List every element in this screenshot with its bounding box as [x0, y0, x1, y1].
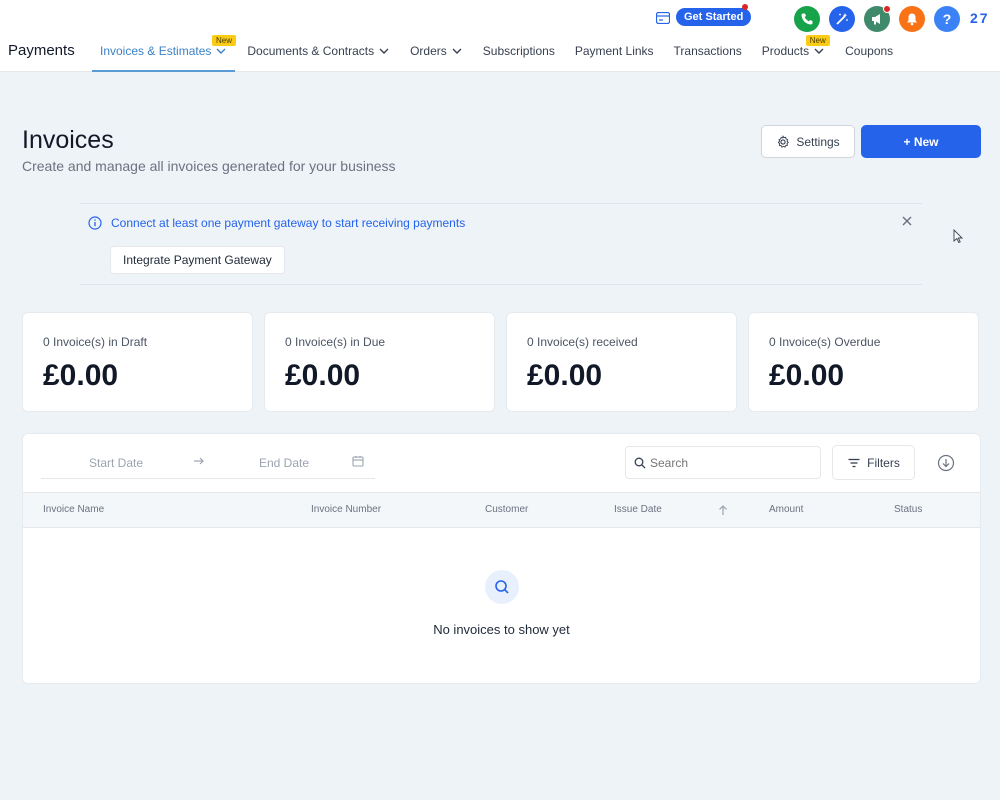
tab-products[interactable]: Products New [754, 34, 833, 72]
phone-icon [801, 13, 813, 25]
invoices-table-panel: Start Date End Date Filters Invoice Name… [22, 433, 981, 684]
tab-transactions[interactable]: Transactions [666, 34, 750, 72]
stat-card-received: 0 Invoice(s) received £0.00 [506, 312, 737, 412]
notifications-button[interactable] [899, 6, 925, 32]
app-title: Payments [8, 42, 75, 59]
search-box [625, 446, 821, 479]
settings-label: Settings [796, 134, 840, 149]
stat-label: 0 Invoice(s) Overdue [769, 335, 881, 349]
column-header-invoice-name[interactable]: Invoice Name [43, 504, 104, 515]
chevron-down-icon [813, 45, 825, 57]
notification-dot [883, 5, 891, 13]
filters-button[interactable]: Filters [832, 445, 915, 480]
column-header-amount[interactable]: Amount [769, 504, 803, 515]
magic-button[interactable] [829, 6, 855, 32]
stat-label: 0 Invoice(s) in Due [285, 335, 386, 349]
gear-icon [778, 134, 790, 148]
notification-dot [742, 4, 748, 10]
announcements-button[interactable] [864, 5, 891, 32]
settings-button[interactable]: Settings [761, 125, 855, 158]
bell-icon [907, 13, 917, 26]
stat-value: £0.00 [769, 359, 845, 392]
empty-state-message: No invoices to show yet [433, 622, 570, 637]
tab-label: Transactions [673, 44, 742, 58]
tab-subscriptions[interactable]: Subscriptions [475, 34, 563, 72]
close-icon[interactable] [900, 214, 914, 228]
tab-label: Invoices & Estimates [100, 44, 212, 58]
table-toolbar: Start Date End Date Filters [23, 434, 980, 492]
chevron-down-icon [378, 45, 390, 57]
phone-button[interactable] [794, 6, 820, 32]
stat-label: 0 Invoice(s) in Draft [43, 335, 148, 349]
column-header-customer[interactable]: Customer [485, 504, 528, 515]
page-title: Invoices [22, 126, 114, 154]
tab-label: Products [761, 44, 810, 58]
user-number[interactable]: 27 [970, 10, 990, 26]
tab-label: Coupons [845, 44, 894, 58]
help-icon: ? [942, 11, 952, 27]
new-badge: New [805, 35, 830, 46]
download-button[interactable] [927, 446, 965, 479]
table-header: Invoice Name Invoice Number Customer Iss… [23, 492, 980, 528]
integrate-payment-gateway-button[interactable]: Integrate Payment Gateway [110, 246, 285, 274]
filters-label: Filters [867, 455, 900, 470]
stat-label: 0 Invoice(s) received [527, 335, 638, 349]
column-header-issue-date[interactable]: Issue Date [614, 504, 662, 515]
search-icon [634, 457, 646, 468]
get-started-button[interactable]: Get Started [676, 8, 752, 26]
stat-card-draft: 0 Invoice(s) in Draft £0.00 [22, 312, 253, 412]
calendar-icon [352, 456, 364, 467]
search-input[interactable] [650, 455, 810, 470]
arrow-right-icon [194, 457, 204, 465]
tab-documents-contracts[interactable]: Documents & Contracts [239, 34, 398, 72]
page-subtitle: Create and manage all invoices generated… [22, 158, 396, 174]
sort-ascending-icon[interactable] [717, 504, 729, 516]
download-icon [937, 454, 955, 471]
empty-state-icon [485, 570, 519, 604]
tab-label: Subscriptions [482, 44, 555, 58]
magic-icon [836, 13, 848, 25]
tab-label: Documents & Contracts [247, 44, 375, 58]
new-invoice-button[interactable]: + New [861, 125, 981, 158]
stat-value: £0.00 [285, 359, 361, 392]
start-date-field[interactable]: Start Date [89, 456, 143, 470]
tab-label: Payment Links [574, 44, 654, 58]
top-actions: Get Started ? 27 [640, 4, 1000, 32]
info-icon [88, 216, 102, 230]
filter-icon [848, 458, 860, 467]
chevron-down-icon [215, 45, 227, 57]
card-icon [656, 12, 670, 24]
new-badge: New [212, 35, 237, 46]
date-range-picker[interactable]: Start Date End Date [41, 446, 375, 479]
search-icon [495, 580, 509, 594]
tab-payment-links[interactable]: Payment Links [567, 34, 662, 72]
mouse-cursor-icon [953, 229, 963, 243]
top-navigation-bar: Payments Invoices & Estimates New Docume… [0, 0, 1000, 72]
stat-value: £0.00 [43, 359, 119, 392]
column-header-invoice-number[interactable]: Invoice Number [311, 504, 381, 515]
main-nav: Invoices & Estimates New Documents & Con… [92, 34, 905, 72]
tab-invoices-estimates[interactable]: Invoices & Estimates New [92, 34, 237, 72]
tab-label: Orders [410, 44, 447, 58]
banner-message: Connect at least one payment gateway to … [111, 216, 466, 230]
chevron-down-icon [451, 45, 463, 57]
tab-orders[interactable]: Orders [402, 34, 471, 72]
help-button[interactable]: ? [934, 6, 960, 32]
tab-coupons[interactable]: Coupons [837, 34, 901, 72]
end-date-field[interactable]: End Date [259, 456, 309, 470]
megaphone-icon [872, 14, 880, 25]
stat-card-due: 0 Invoice(s) in Due £0.00 [264, 312, 495, 412]
column-header-status[interactable]: Status [894, 504, 922, 515]
stat-card-overdue: 0 Invoice(s) Overdue £0.00 [748, 312, 979, 412]
stat-value: £0.00 [527, 359, 603, 392]
payment-gateway-banner: Connect at least one payment gateway to … [80, 203, 922, 285]
